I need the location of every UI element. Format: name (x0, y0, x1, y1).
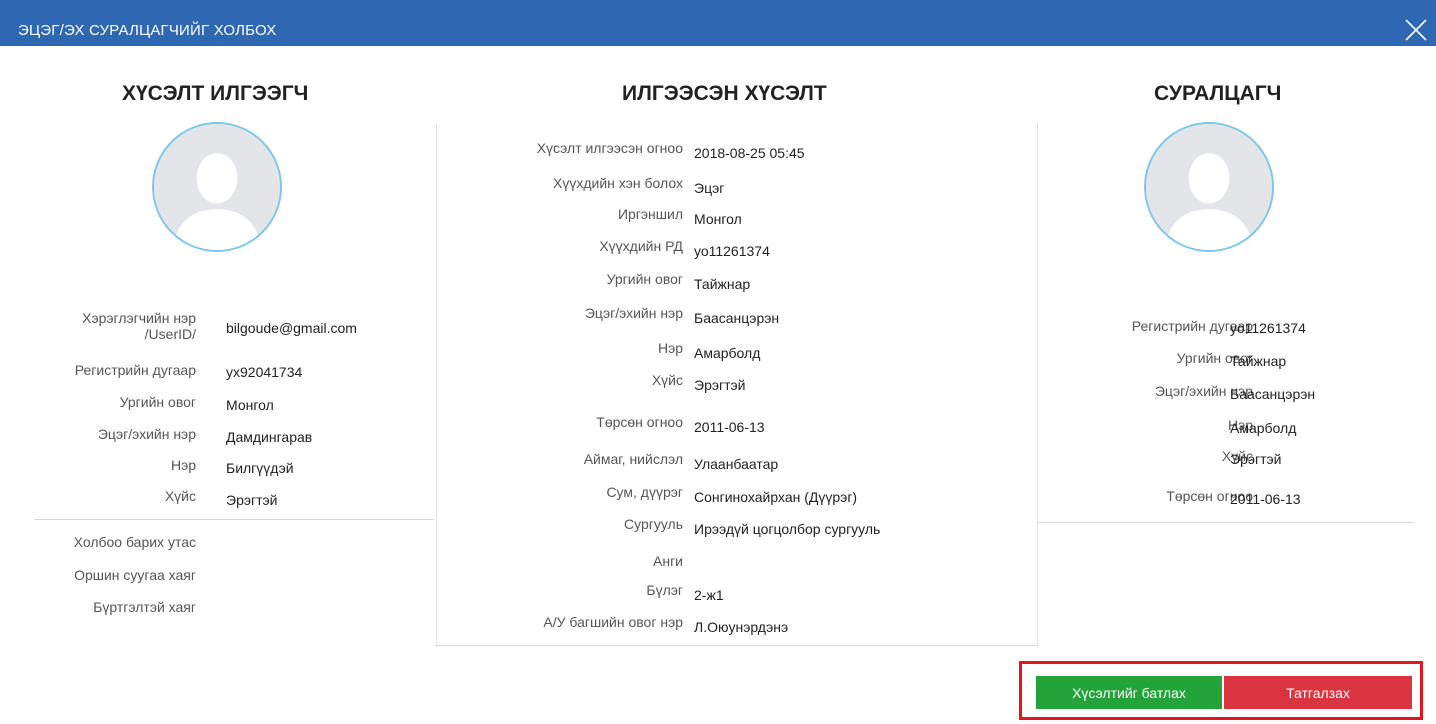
dialog-title-bar: ЭЦЭГ/ЭХ СУРАЛЦАГЧИЙГ ХОЛБОХ (0, 0, 1436, 46)
field-label: Эцэг/эхийн нэр (584, 305, 683, 321)
field-value: bilgoude@gmail.com (226, 320, 357, 336)
field-label: Холбоо барих утас (73, 534, 196, 550)
request-bottom-border (436, 645, 1038, 646)
field-value: Монгол (226, 397, 274, 413)
field-value: Сонгинохайрхан (Дүүрэг) (694, 489, 858, 505)
field-label-sub: /UserID/ (144, 326, 196, 342)
field-value: Ирээдүй цогцолбор сургууль (694, 521, 881, 537)
field-label: Бүртгэлтэй хаяг (93, 599, 196, 615)
field-value: Эцэг (694, 180, 725, 196)
user-avatar-icon (1146, 124, 1272, 250)
field-value: Баасанцэрэн (694, 310, 780, 326)
request-left-border (436, 124, 437, 645)
field-value: уо11261374 (1230, 320, 1306, 336)
field-value: Тайжнар (694, 276, 751, 292)
field-label: Эцэг/эхийн нэр (97, 426, 196, 442)
field-value: Улаанбаатар (694, 456, 779, 472)
field-value: уо11261374 (694, 243, 770, 259)
field-label: А/У багшийн овог нэр (543, 614, 683, 630)
field-label: Регистрийн дугаар (74, 362, 196, 378)
field-value: Баасанцэрэн (1230, 386, 1316, 402)
field-value: Монгол (694, 211, 742, 227)
field-value: 2011-06-13 (694, 419, 765, 435)
field-label: Хүйс (164, 488, 196, 504)
field-label: Нэр (657, 340, 683, 356)
student-divider (1038, 522, 1414, 523)
user-avatar-icon (154, 124, 280, 250)
field-value: Амарболд (694, 345, 761, 361)
dialog-title: ЭЦЭГ/ЭХ СУРАЛЦАГЧИЙГ ХОЛБОХ (18, 22, 277, 39)
field-label: Аймаг, нийслэл (583, 451, 683, 467)
requester-divider (34, 519, 434, 520)
field-label: Оршин суугаа хаяг (74, 567, 196, 583)
field-value: Л.Оюунэрдэнэ (694, 619, 789, 635)
student-avatar (1144, 122, 1274, 252)
field-label: Анги (653, 553, 683, 569)
requester-field-userid: Хэрэглэгчийн нэр /UserID/ bilgoude@gmail… (0, 310, 434, 344)
field-value: ух92041734 (226, 364, 303, 380)
field-value: 2-ж1 (694, 587, 724, 603)
close-button[interactable] (1400, 14, 1430, 44)
field-value: Билгүүдэй (226, 460, 294, 476)
field-value: 2018-08-25 05:45 (694, 145, 805, 161)
field-value: Эрэгтэй (1230, 451, 1282, 467)
field-label: Бүлэг (646, 582, 683, 598)
field-label: Хүйс (651, 372, 683, 388)
approve-request-button[interactable]: Хүсэлтийг батлах (1036, 676, 1222, 709)
field-value: Эрэгтэй (226, 492, 278, 508)
requester-avatar (152, 122, 282, 252)
field-label: Хүүхдийн хэн болох (553, 175, 683, 191)
field-label: Ургийн овог (606, 271, 683, 287)
field-label: Хүүхдийн РД (599, 238, 683, 254)
reject-request-button[interactable]: Татгалзах (1224, 676, 1412, 709)
request-right-border (1037, 124, 1038, 645)
field-value: Дамдингарав (226, 429, 313, 445)
student-heading: СУРАЛЦАГЧ (1154, 82, 1282, 105)
field-label: Иргэншил (617, 206, 683, 222)
field-label: Сум, дүүрэг (606, 484, 683, 500)
request-heading: ИЛГЭЭСЭН ХҮСЭЛТ (622, 82, 827, 105)
field-label: Хүсэлт илгээсэн огноо (536, 140, 683, 156)
field-value: 2011-06-13 (1230, 491, 1301, 507)
field-label: Төрсөн огноо (596, 414, 683, 430)
requester-heading: ХҮСЭЛТ ИЛГЭЭГЧ (122, 82, 309, 105)
field-label: Сургууль (623, 516, 683, 532)
field-value: Амарболд (1230, 420, 1297, 436)
close-icon (1405, 19, 1427, 41)
field-label: Хэрэглэгчийн нэр (82, 310, 196, 326)
field-value: Тайжнар (1230, 353, 1287, 369)
field-label: Нэр (170, 457, 196, 473)
field-label: Ургийн овог (119, 394, 196, 410)
field-value: Эрэгтэй (694, 377, 746, 393)
